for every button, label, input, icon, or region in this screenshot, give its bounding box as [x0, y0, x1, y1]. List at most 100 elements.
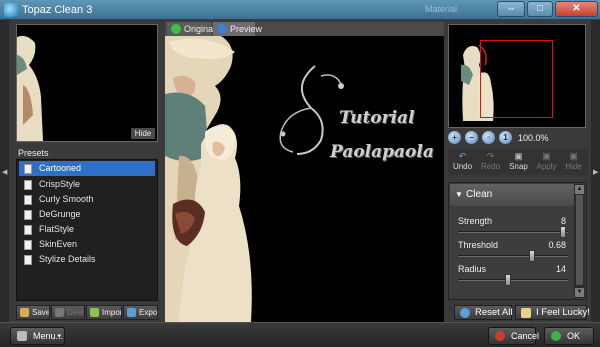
status-bar: Menu... ▾ Cancel OK — [0, 322, 600, 347]
watermark-line-2: Paolapaola — [330, 142, 434, 162]
scrollbar-thumb[interactable] — [576, 195, 583, 285]
document-icon — [24, 240, 32, 250]
zoom-level: 100.0% — [518, 133, 549, 143]
view-tabs: Original Preview — [165, 22, 444, 36]
tab-preview[interactable]: Preview — [213, 22, 262, 36]
preset-item-cartooned[interactable]: Cartooned — [19, 161, 155, 176]
ok-check-icon — [551, 331, 561, 341]
chevron-left-icon: ◀ — [2, 169, 8, 176]
preset-item-stylize-details[interactable]: Stylize Details — [17, 252, 157, 267]
threshold-slider-knob[interactable] — [529, 250, 535, 262]
camera-icon: ▣ — [514, 151, 523, 161]
hide-snap-label: Hide — [565, 162, 582, 171]
preset-item-skineven[interactable]: SkinEven — [17, 237, 157, 252]
preview-view-icon — [217, 24, 227, 34]
delete-icon — [55, 308, 64, 317]
import-label: Import — [102, 308, 121, 317]
preset-button-bar: Save Delete Import Export — [16, 305, 158, 320]
preset-label: Stylize Details — [39, 254, 96, 264]
presets-list: Cartooned CrispStyle Curly Smooth DeGrun… — [16, 159, 158, 301]
zoom-out-icon[interactable]: − — [465, 131, 478, 144]
left-panel-toggle[interactable]: ◀ — [0, 20, 9, 322]
undo-icon: ↶ — [458, 151, 467, 161]
navigator-thumbnail[interactable] — [448, 24, 586, 128]
strength-value: 8 — [560, 216, 566, 226]
snap-button[interactable]: ▣ Snap — [506, 150, 531, 174]
watermark-line-1: Tutorial — [339, 108, 415, 128]
strength-label: Strength — [458, 216, 493, 226]
maximize-button[interactable]: □ — [527, 1, 553, 17]
tab-label: Original — [184, 24, 216, 34]
document-icon — [24, 180, 32, 190]
delete-label: Delete — [67, 308, 84, 317]
clean-section-header[interactable]: ▼ Clean — [450, 184, 574, 206]
document-icon — [24, 255, 32, 265]
save-icon — [20, 308, 29, 317]
apply-button[interactable]: ▣ Apply — [534, 150, 559, 174]
reset-all-button[interactable]: Reset All — [454, 305, 513, 320]
preset-item-degrunge[interactable]: DeGrunge — [17, 207, 157, 222]
hide-snap-button[interactable]: ▣ Hide — [561, 150, 586, 174]
strength-slider[interactable] — [458, 226, 568, 238]
tab-original[interactable]: Original — [167, 22, 215, 36]
redo-icon: ↷ — [486, 151, 495, 161]
title-bar[interactable]: Topaz Clean 3 Material ⇔ □ ✕ — [0, 0, 600, 20]
ok-button[interactable]: OK — [544, 327, 594, 345]
restore-button[interactable]: ⇔ — [497, 1, 525, 17]
actual-size-icon[interactable]: 1 — [499, 131, 512, 144]
fit-icon[interactable]: ▫ — [482, 131, 495, 144]
preset-item-curly-smooth[interactable]: Curly Smooth — [17, 192, 157, 207]
preset-label: FlatStyle — [39, 224, 75, 234]
chevron-down-icon: ▾ — [57, 333, 61, 340]
chevron-right-icon: ▶ — [593, 169, 599, 176]
radius-slider[interactable] — [458, 274, 568, 286]
close-button[interactable]: ✕ — [555, 1, 598, 17]
redo-button[interactable]: ↷ Redo — [478, 150, 503, 174]
i-feel-lucky-button[interactable]: I Feel Lucky! — [515, 305, 590, 320]
zoom-controls: + − ▫ 1 100.0% — [448, 131, 588, 145]
document-icon — [24, 225, 32, 235]
threshold-slider[interactable] — [458, 250, 568, 262]
export-icon — [127, 308, 136, 317]
radius-slider-knob[interactable] — [505, 274, 511, 286]
apply-label: Apply — [536, 162, 557, 171]
radius-value: 14 — [555, 264, 566, 274]
save-preset-button[interactable]: Save — [16, 305, 50, 320]
document-icon — [24, 164, 32, 174]
topaz-clean-window: Topaz Clean 3 Material ⇔ □ ✕ ◀ ▶ Hide Pr… — [0, 0, 600, 347]
threshold-label: Threshold — [458, 240, 499, 250]
cancel-button[interactable]: Cancel — [488, 327, 539, 345]
radius-label: Radius — [458, 264, 487, 274]
scroll-down-icon[interactable]: ▼ — [575, 288, 584, 297]
save-label: Save — [32, 308, 50, 317]
import-preset-button[interactable]: Import — [86, 305, 122, 320]
preview-canvas[interactable]: Tutorial Paolapaola — [165, 36, 444, 322]
zoom-in-icon[interactable]: + — [448, 131, 461, 144]
ok-label: OK — [567, 331, 581, 341]
hide-icon: ▣ — [569, 151, 578, 161]
menu-button[interactable]: Menu... ▾ — [10, 327, 65, 345]
background-window-title: Material — [425, 4, 458, 14]
scroll-up-icon[interactable]: ▲ — [575, 185, 584, 194]
clean-settings-panel: ▼ Clean Strength 8 Threshold 0.68 Radius … — [448, 182, 587, 300]
reset-icon — [460, 308, 470, 318]
right-panel-toggle[interactable]: ▶ — [591, 20, 600, 322]
preset-item-flatstyle[interactable]: FlatStyle — [17, 222, 157, 237]
navigator-viewport-rect[interactable] — [480, 40, 553, 118]
export-preset-button[interactable]: Export — [123, 305, 158, 320]
original-view-icon — [171, 24, 181, 34]
preset-label: CrispStyle — [39, 179, 81, 189]
document-icon — [24, 210, 32, 220]
undo-button[interactable]: ↶ Undo — [450, 150, 475, 174]
preview-image — [165, 36, 344, 322]
delete-preset-button[interactable]: Delete — [51, 305, 85, 320]
preset-preview-thumbnail: Hide — [16, 24, 158, 142]
preset-label: SkinEven — [39, 239, 78, 249]
preset-item-crispstyle[interactable]: CrispStyle — [17, 177, 157, 192]
apply-icon: ▣ — [542, 151, 551, 161]
strength-slider-knob[interactable] — [560, 226, 566, 238]
hide-button[interactable]: Hide — [131, 128, 155, 139]
app-icon — [4, 3, 18, 17]
panel-scrollbar[interactable]: ▲ ▼ — [574, 184, 585, 298]
preview-figure-image — [17, 35, 43, 141]
